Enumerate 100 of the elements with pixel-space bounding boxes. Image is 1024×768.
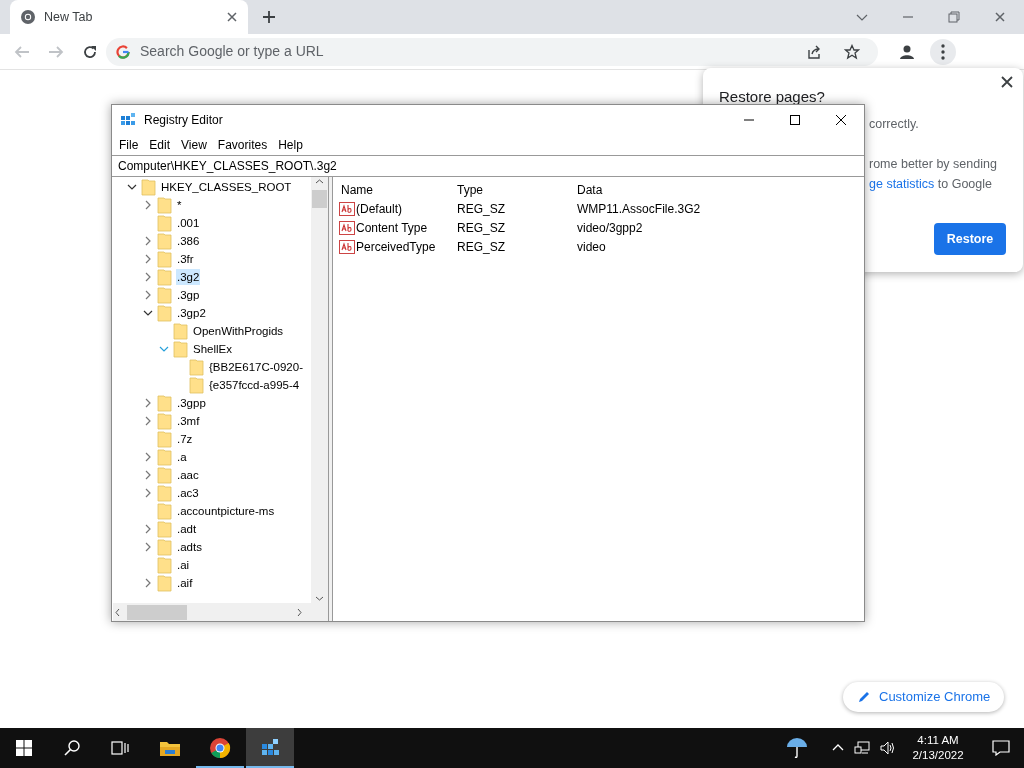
browser-tab[interactable]: New Tab [10, 0, 248, 34]
task-view-icon [111, 741, 129, 755]
chevron-right-icon[interactable] [143, 488, 153, 498]
customize-button[interactable]: Customize Chrome [843, 682, 1005, 712]
umbrella-icon[interactable] [786, 736, 808, 760]
folder-icon [173, 322, 188, 340]
menu-item[interactable]: View [180, 136, 213, 154]
tree-item[interactable]: .adt [176, 521, 198, 537]
scrollbar[interactable] [311, 177, 328, 603]
tree-item[interactable]: * [176, 197, 183, 213]
tree-item[interactable]: .aif [176, 575, 194, 591]
tree-item[interactable]: {BB2E617C-0920- [208, 359, 304, 375]
menu-item[interactable]: Help [277, 136, 309, 154]
chevron-right-icon[interactable] [143, 578, 153, 588]
tree-item[interactable]: {e357fccd-a995-4 [208, 377, 301, 393]
share-icon[interactable] [806, 43, 822, 60]
chevron-right-icon[interactable] [143, 290, 153, 300]
folder-icon [157, 304, 172, 322]
dialog-text: rome better by sending [869, 156, 997, 173]
tree-item[interactable]: .ai [176, 557, 191, 573]
address-bar[interactable]: Search Google or type a URL [106, 37, 878, 66]
tree-item[interactable]: .386 [176, 233, 201, 249]
scroll-left-icon[interactable] [113, 607, 122, 617]
new-tab-icon[interactable] [262, 10, 276, 24]
restore-icon[interactable] [948, 11, 960, 23]
value-type: REG_SZ [457, 201, 505, 216]
close-icon[interactable] [1001, 76, 1013, 88]
taskbar-app-button[interactable] [246, 728, 294, 768]
chevron-right-icon[interactable] [143, 236, 153, 246]
tree-item[interactable]: .3mf [176, 413, 201, 429]
tree-item[interactable]: .3gp [176, 287, 201, 303]
reload-icon[interactable] [82, 43, 98, 60]
chrome-icon [20, 9, 36, 25]
bookmark-star-icon[interactable] [844, 43, 860, 60]
chevron-right-icon[interactable] [143, 200, 153, 210]
scroll-thumb[interactable] [127, 604, 187, 620]
scroll-thumb[interactable] [312, 190, 327, 208]
windows-icon [16, 740, 32, 756]
tree-item[interactable]: .3gpp [176, 395, 207, 411]
tree-item[interactable]: .accountpicture-ms [176, 503, 276, 519]
usage-link[interactable]: ge statistics [869, 177, 935, 191]
chevron-right-icon[interactable] [143, 452, 153, 462]
folder-icon [157, 286, 172, 304]
tree-item[interactable]: HKEY_CLASSES_ROOT [160, 179, 293, 195]
menu-icon[interactable] [930, 38, 956, 65]
tree-item[interactable]: .7z [176, 431, 194, 447]
tree-item[interactable]: .3fr [176, 251, 195, 267]
tree-item[interactable]: ShellEx [192, 341, 233, 357]
address-field[interactable]: Computer\HKEY_CLASSES_ROOT\.3g2 [112, 155, 864, 177]
folder-icon [157, 250, 172, 268]
chevron-right-icon[interactable] [143, 470, 153, 480]
menu-item[interactable]: Favorites [216, 136, 274, 154]
chevron-down-icon[interactable] [127, 182, 137, 192]
menu-item[interactable]: File [118, 136, 145, 154]
close-icon[interactable] [226, 11, 238, 23]
chevron-right-icon[interactable] [143, 524, 153, 534]
folder-icon [157, 232, 172, 250]
tree-item[interactable]: .a [176, 449, 188, 465]
scroll-down-icon[interactable] [315, 594, 324, 603]
column-header[interactable]: Data [577, 183, 603, 197]
scroll-right-icon[interactable] [295, 607, 304, 617]
dialog-title: Restore pages? [719, 87, 825, 107]
tab-title: New Tab [44, 8, 94, 26]
tree-item[interactable]: .001 [176, 215, 201, 231]
folder-icon [157, 520, 172, 538]
volume-icon[interactable] [880, 741, 896, 755]
value-name[interactable]: Content Type [356, 218, 428, 237]
folder-icon [157, 538, 172, 556]
value-name[interactable]: (Default) [356, 199, 402, 218]
menu-item[interactable]: Edit [148, 136, 177, 154]
folder-icon [173, 340, 188, 358]
chevron-right-icon[interactable] [143, 416, 153, 426]
column-header[interactable]: Type [457, 183, 483, 197]
folder-icon [157, 430, 172, 448]
google-icon [116, 44, 130, 59]
chevron-right-icon[interactable] [143, 254, 153, 264]
chevron-down-icon[interactable] [143, 308, 153, 318]
tree-item[interactable]: .adts [176, 539, 203, 555]
pencil-icon [857, 690, 871, 704]
tree-item[interactable]: .ac3 [176, 485, 200, 501]
chevron-right-icon[interactable] [143, 272, 153, 282]
network-icon[interactable] [854, 741, 870, 755]
folder-icon [157, 574, 172, 592]
tree-item[interactable]: .aac [176, 467, 200, 483]
restore-button[interactable]: Restore [934, 223, 1006, 255]
chevron-right-icon[interactable] [143, 542, 153, 552]
value-name[interactable]: PerceivedType [356, 237, 436, 256]
tree-item[interactable]: .3g2 [176, 269, 201, 285]
clock-date: 2/13/2022 [911, 748, 965, 763]
folder-icon [159, 739, 181, 757]
tree-item[interactable]: OpenWithProgids [192, 323, 285, 339]
column-header[interactable]: Name [341, 183, 373, 197]
scroll-up-icon[interactable] [315, 177, 324, 186]
string-value-icon [339, 239, 355, 254]
close-icon [836, 115, 846, 125]
close-icon[interactable] [994, 11, 1006, 23]
tree-item[interactable]: .3gp2 [176, 305, 207, 321]
notification-icon[interactable] [992, 740, 1010, 756]
chevron-right-icon[interactable] [143, 398, 153, 408]
scrollbar[interactable] [113, 603, 328, 621]
